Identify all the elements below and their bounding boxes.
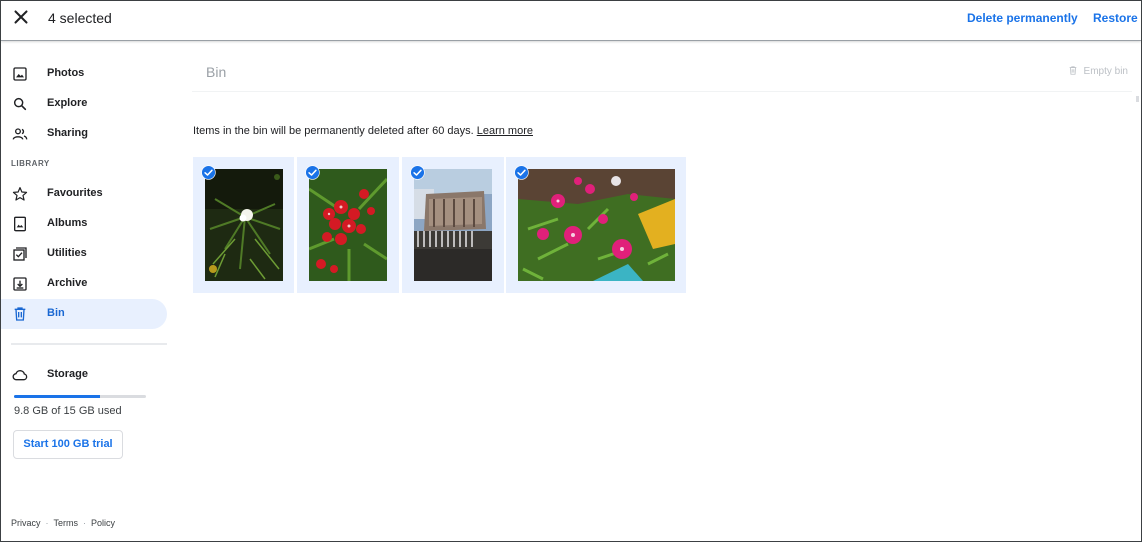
- restore-button[interactable]: Restore: [1093, 11, 1138, 25]
- sidebar-item-label: Albums: [47, 217, 88, 229]
- sidebar-item-label: Explore: [47, 97, 88, 109]
- sidebar-item-utilities[interactable]: Utilities: [1, 239, 167, 269]
- delete-permanently-button[interactable]: Delete permanently: [967, 11, 1078, 25]
- cloud-icon: [12, 370, 28, 381]
- sidebar-item-label: Photos: [47, 67, 85, 79]
- search-icon: [13, 97, 27, 111]
- photo-thumbnail: [518, 169, 675, 281]
- library-section-label: LIBRARY: [11, 159, 50, 168]
- sidebar: Photos Explore Sharing LIBRARY Favourite…: [1, 42, 176, 540]
- learn-more-link[interactable]: Learn more: [477, 125, 533, 137]
- photo-image: [309, 169, 387, 281]
- check-circle-icon[interactable]: [305, 165, 320, 180]
- sidebar-item-favourites[interactable]: Favourites: [1, 179, 167, 209]
- check-circle-icon[interactable]: [410, 165, 425, 180]
- photo-tile[interactable]: [297, 157, 399, 293]
- photo-thumbnail: [414, 169, 492, 281]
- storage-progress-bar: [14, 395, 146, 398]
- check-circle-icon[interactable]: [201, 165, 216, 180]
- privacy-link[interactable]: Privacy: [11, 518, 41, 528]
- storage-label: Storage: [47, 368, 88, 380]
- photo-image: [518, 169, 675, 281]
- archive-icon: [13, 277, 27, 291]
- sidebar-item-sharing[interactable]: Sharing: [1, 119, 167, 149]
- photo-icon: [13, 67, 27, 81]
- sidebar-item-label: Utilities: [47, 247, 87, 259]
- photo-image: [205, 169, 283, 281]
- storage-usage-text: 9.8 GB of 15 GB used: [14, 405, 122, 417]
- page-title: Bin: [206, 64, 227, 80]
- photo-thumbnail: [309, 169, 387, 281]
- photo-tile[interactable]: [193, 157, 294, 293]
- photo-image: [414, 169, 492, 281]
- sidebar-item-photos[interactable]: Photos: [1, 59, 167, 89]
- sidebar-item-label: Sharing: [47, 127, 88, 139]
- bin-info-text: Items in the bin will be permanently del…: [193, 125, 533, 137]
- close-selection-button[interactable]: [10, 6, 32, 28]
- album-icon: [14, 216, 26, 232]
- storage-link[interactable]: Storage: [1, 362, 167, 386]
- sidebar-footer: Privacy · Terms · Policy: [11, 518, 115, 528]
- scrollbar-thumb[interactable]: [1136, 96, 1139, 102]
- sidebar-item-label: Archive: [47, 277, 88, 289]
- photo-thumbnail: [205, 169, 283, 281]
- check-circle-icon[interactable]: [514, 165, 529, 180]
- checklist-icon: [13, 247, 27, 261]
- sidebar-item-archive[interactable]: Archive: [1, 269, 167, 299]
- start-trial-button[interactable]: Start 100 GB trial: [13, 430, 123, 459]
- photo-tile[interactable]: [402, 157, 504, 293]
- trash-icon: [14, 307, 26, 321]
- storage-progress-fill: [14, 395, 100, 398]
- sidebar-item-bin[interactable]: Bin: [1, 299, 167, 329]
- sidebar-item-label: Bin: [47, 307, 65, 319]
- sidebar-item-label: Favourites: [47, 187, 103, 199]
- selected-count: 4 selected: [48, 10, 112, 26]
- empty-bin-label: Empty bin: [1083, 66, 1128, 77]
- selection-toolbar: 4 selected Delete permanently Restore: [1, 1, 1141, 41]
- empty-bin-button[interactable]: Empty bin: [1068, 65, 1128, 77]
- bin-header: Bin Empty bin: [192, 42, 1132, 92]
- trash-icon: [1069, 66, 1076, 75]
- photo-tile[interactable]: [506, 157, 686, 293]
- people-icon: [12, 128, 28, 140]
- sidebar-item-albums[interactable]: Albums: [1, 209, 167, 239]
- star-icon: [12, 187, 28, 201]
- close-icon: [14, 10, 28, 24]
- footer-separator: ·: [45, 518, 49, 528]
- terms-link[interactable]: Terms: [54, 518, 79, 528]
- bin-info-message: Items in the bin will be permanently del…: [193, 125, 474, 137]
- sidebar-divider: [11, 343, 167, 345]
- policy-link[interactable]: Policy: [91, 518, 115, 528]
- sidebar-item-explore[interactable]: Explore: [1, 89, 167, 119]
- footer-separator: ·: [83, 518, 87, 528]
